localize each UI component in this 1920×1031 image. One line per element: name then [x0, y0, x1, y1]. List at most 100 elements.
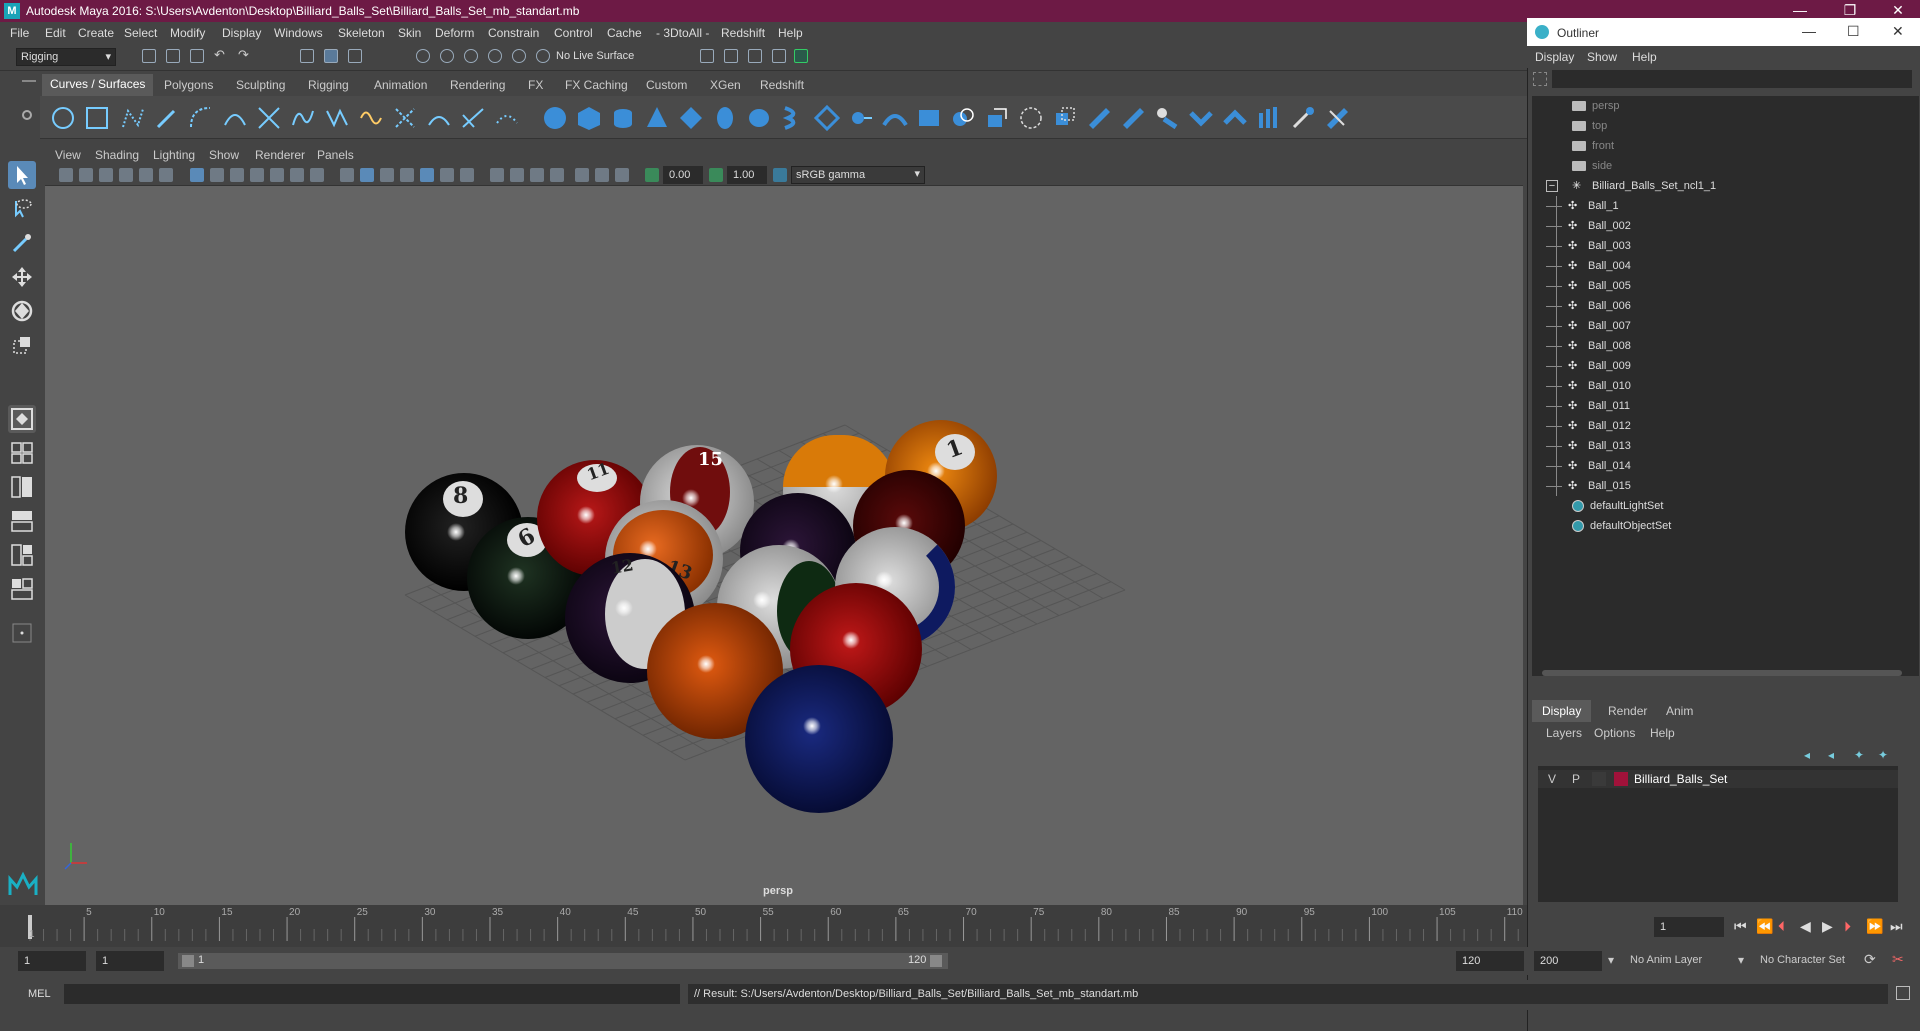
tab-polygons[interactable]: Polygons [164, 78, 213, 92]
menu-edit[interactable]: Edit [45, 26, 66, 40]
outliner-item-ball[interactable]: ✣ Ball_012 [1546, 416, 1631, 436]
new-empty-layer-icon[interactable]: ✦ [1854, 748, 1864, 762]
outliner-item-ball[interactable]: ✣ Ball_003 [1546, 236, 1631, 256]
nurbs-sphere-icon[interactable] [542, 105, 568, 131]
render-view-icon[interactable] [772, 49, 786, 63]
rebuild-curve-icon[interactable] [460, 105, 486, 131]
layer-menu-help[interactable]: Help [1650, 726, 1675, 740]
menu-display[interactable]: Display [222, 26, 261, 40]
hypershade-layout-icon[interactable] [8, 541, 36, 569]
menu-cache[interactable]: Cache [607, 26, 642, 40]
nurbs-cylinder-icon[interactable] [610, 105, 636, 131]
preferences-icon[interactable]: ✂ [1892, 951, 1904, 968]
bezier-curve-icon[interactable] [222, 105, 248, 131]
playback-end-field[interactable]: 120 [1456, 951, 1524, 971]
xray-joints-icon[interactable] [595, 168, 609, 182]
menu-control[interactable]: Control [554, 26, 593, 40]
persp-graph-layout-icon[interactable] [8, 507, 36, 535]
snap-curve-icon[interactable] [440, 49, 454, 63]
outliner-minimize-icon[interactable]: — [1802, 23, 1816, 39]
nurbs-circle-icon[interactable] [50, 105, 76, 131]
sculpt-geometry-icon[interactable] [1290, 105, 1316, 131]
screen-space-ao-icon[interactable] [460, 168, 474, 182]
animation-start-field[interactable]: 1 [18, 951, 86, 971]
script-language-toggle[interactable]: MEL [28, 988, 51, 1000]
scale-tool-icon[interactable] [8, 331, 36, 359]
snap-view-plane-icon[interactable] [488, 49, 502, 63]
extrude-icon[interactable] [848, 105, 874, 131]
vp-menu-panels[interactable]: Panels [317, 148, 354, 162]
nurbs-plane-icon[interactable] [678, 105, 704, 131]
play-backwards-icon[interactable]: ◀ [1800, 918, 1811, 935]
loft-icon[interactable] [780, 105, 806, 131]
snap-surface-icon[interactable] [512, 49, 526, 63]
shadows-icon[interactable] [440, 168, 454, 182]
layer-type-toggle[interactable] [1592, 772, 1606, 786]
viewport-persp[interactable]: 8 6 11 15 1 13 12 persp [45, 145, 1523, 905]
exposure-icon[interactable] [645, 168, 659, 182]
outliner-maximize-icon[interactable]: ☐ [1847, 23, 1860, 40]
script-editor-icon[interactable] [1896, 986, 1910, 1000]
tab-custom[interactable]: Custom [646, 78, 687, 92]
square-surface-icon[interactable] [984, 105, 1010, 131]
outliner-hscrollbar[interactable] [1542, 670, 1902, 676]
open-close-surface-icon[interactable] [1222, 105, 1248, 131]
depth-of-field-icon[interactable] [530, 168, 544, 182]
outliner-item-ball[interactable]: ✣ Ball_010 [1546, 376, 1631, 396]
align-surfaces-icon[interactable] [1188, 105, 1214, 131]
view-transform-dropdown[interactable]: sRGB gamma ▾ [791, 166, 925, 184]
lasso-tool-icon[interactable] [8, 195, 36, 223]
tab-fx[interactable]: FX [528, 78, 543, 92]
outliner-item-ball[interactable]: ✣ Ball_009 [1546, 356, 1631, 376]
tab-rendering[interactable]: Rendering [450, 78, 505, 92]
resolution-gate-icon[interactable] [230, 168, 244, 182]
menu-deform[interactable]: Deform [435, 26, 474, 40]
cv-curve-icon[interactable] [120, 105, 146, 131]
shelf-options-icon[interactable] [22, 110, 32, 120]
new-layer-selected-icon[interactable]: ✦ [1878, 748, 1888, 762]
tab-rigging[interactable]: Rigging [308, 78, 349, 92]
isolate-select-icon[interactable] [550, 168, 564, 182]
ball-2[interactable] [745, 665, 893, 813]
boundary-icon[interactable] [950, 105, 976, 131]
trim-tool-icon[interactable] [1052, 105, 1078, 131]
camera-select-icon[interactable] [59, 168, 73, 182]
layer-menu-options[interactable]: Options [1594, 726, 1635, 740]
safe-title-icon[interactable] [310, 168, 324, 182]
outliner-item-ball[interactable]: ✣ Ball_015 [1546, 476, 1631, 496]
arc-tool-icon[interactable] [188, 105, 214, 131]
range-start-handle[interactable] [182, 955, 194, 967]
tab-sculpting[interactable]: Sculpting [236, 78, 285, 92]
new-scene-icon[interactable] [142, 49, 156, 63]
open-scene-icon[interactable] [166, 49, 180, 63]
collapse-icon[interactable]: − [1546, 180, 1558, 193]
layer-name[interactable]: Billiard_Balls_Set [1634, 772, 1727, 786]
textured-icon[interactable] [400, 168, 414, 182]
move-layer-up-icon[interactable]: ◂ [1804, 748, 1810, 762]
four-view-layout-icon[interactable] [8, 439, 36, 467]
safe-action-icon[interactable] [290, 168, 304, 182]
outliner-item-defaultlightset[interactable]: defaultLightSet [1572, 496, 1663, 516]
tab-curves-surfaces[interactable]: Curves / Surfaces [42, 74, 154, 96]
single-perspective-layout-icon[interactable] [8, 405, 36, 433]
outliner-item-front[interactable]: front [1572, 136, 1614, 156]
menu-redshift[interactable]: Redshift [721, 26, 765, 40]
anim-layer-dropdown[interactable]: No Anim Layer [1630, 954, 1702, 966]
character-set-dropdown[interactable]: No Character Set [1760, 954, 1845, 966]
step-forward-key-icon[interactable]: ⏵ [1844, 918, 1851, 935]
outliner-close-icon[interactable]: ✕ [1892, 23, 1904, 40]
menu-3dtoall[interactable]: - 3DtoAll - [656, 26, 709, 40]
menu-help[interactable]: Help [778, 26, 803, 40]
backface-culling-icon[interactable] [615, 168, 629, 182]
nurbs-torus-icon[interactable] [712, 105, 738, 131]
layer-tab-anim[interactable]: Anim [1656, 700, 1703, 722]
nurbs-square-icon[interactable] [84, 105, 110, 131]
move-layer-down-icon[interactable]: ◂ [1828, 748, 1834, 762]
outliner-menu-help[interactable]: Help [1632, 50, 1657, 64]
select-hierarchy-icon[interactable] [300, 49, 314, 63]
outliner-item-persp[interactable]: persp [1572, 96, 1620, 116]
range-slider[interactable]: 1 120 [178, 953, 948, 969]
select-component-icon[interactable] [348, 49, 362, 63]
outliner-filter-icon[interactable] [1533, 72, 1547, 86]
step-forward-frame-icon[interactable]: ⏩ [1866, 918, 1883, 935]
